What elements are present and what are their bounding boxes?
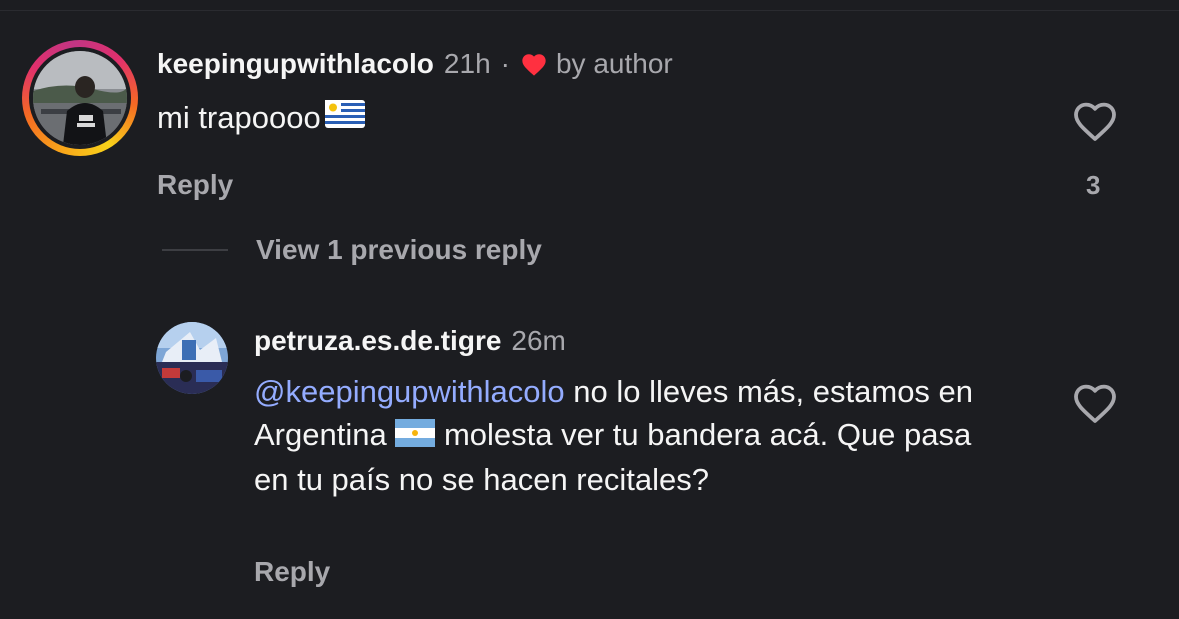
separator: · <box>500 48 510 79</box>
comment-text: mi trapoooo <box>157 100 365 136</box>
username[interactable]: petruza.es.de.tigre <box>254 325 501 357</box>
username[interactable]: keepingupwithlacolo <box>157 48 434 80</box>
timestamp: 21h <box>443 48 491 79</box>
argentina-flag-icon <box>395 415 436 458</box>
liked-by-author: by author <box>555 48 673 79</box>
divider <box>0 10 1179 11</box>
mention-link[interactable]: @keepingupwithlacolo <box>254 374 565 409</box>
heart-filled-icon <box>520 51 548 77</box>
timestamp: 26m <box>511 325 566 356</box>
heart-outline-icon[interactable] <box>1071 381 1119 425</box>
heart-outline-icon[interactable] <box>1071 99 1119 143</box>
view-previous-reply-button[interactable]: View 1 previous reply <box>256 234 542 266</box>
avatar[interactable] <box>156 322 228 394</box>
avatar-photo <box>33 51 127 145</box>
reply-button[interactable]: Reply <box>254 556 330 588</box>
uruguay-flag-icon <box>324 100 365 136</box>
comment-body: mi trapoooo <box>157 100 321 135</box>
like-count[interactable]: 3 <box>1086 170 1100 201</box>
comment-header: petruza.es.de.tigre 26m <box>254 325 566 357</box>
reply-button[interactable]: Reply <box>157 169 233 201</box>
comment-text: @keepingupwithlacolo no lo lleves más, e… <box>254 370 1014 501</box>
avatar[interactable] <box>22 40 138 156</box>
thread-line <box>162 249 228 251</box>
comment-header: keepingupwithlacolo 21h · by author <box>157 48 673 80</box>
